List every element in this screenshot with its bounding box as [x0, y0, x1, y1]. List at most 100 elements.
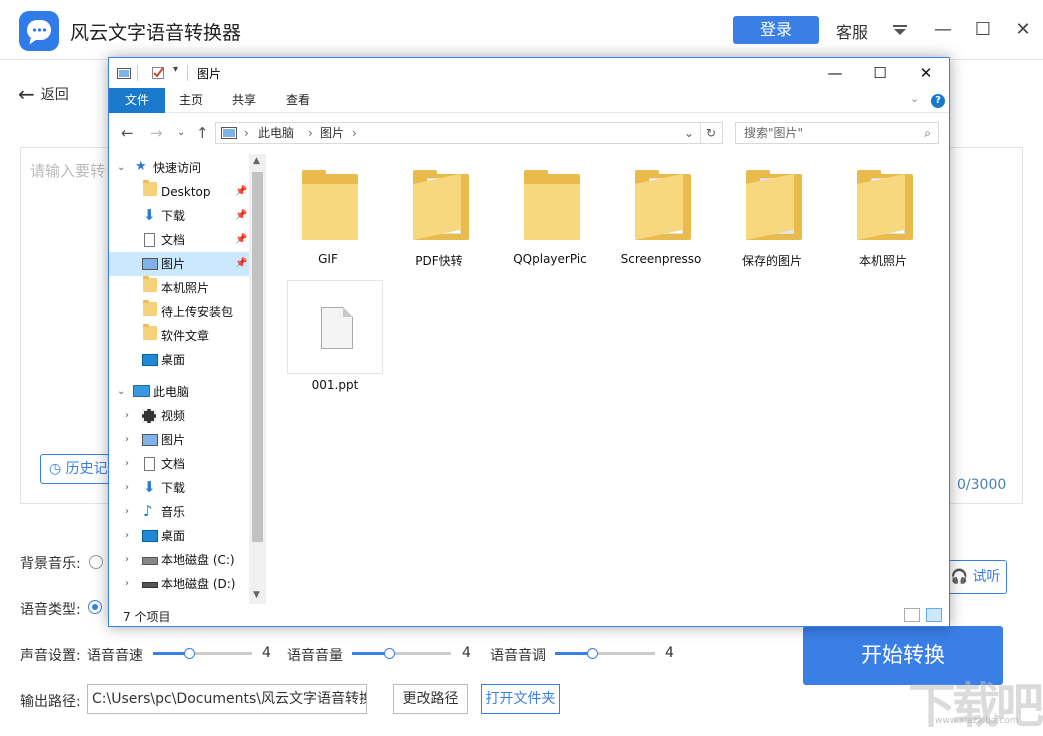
item-label[interactable]: 001.ppt	[280, 378, 390, 392]
output-path-label: 输出路径:	[20, 694, 81, 710]
item-label[interactable]: QQplayerPic	[495, 252, 605, 266]
breadcrumb-sep-icon: ›	[352, 126, 357, 140]
item-label[interactable]: GIF	[273, 252, 383, 266]
try-listen-button[interactable]: 🎧 试听	[944, 560, 1007, 594]
folder-icon[interactable]	[510, 160, 590, 250]
open-folder-button[interactable]: 打开文件夹	[481, 684, 560, 714]
minimize-icon[interactable]: —	[933, 20, 953, 40]
nav-documents[interactable]: 文档 📌	[109, 228, 249, 252]
collapsed-icon[interactable]: ›	[125, 524, 129, 548]
up-nav-icon[interactable]: ↑	[196, 124, 209, 142]
nav-drive-d[interactable]: › 本地磁盘 (D:)	[109, 572, 249, 596]
dialog-maximize-icon[interactable]: ☐	[866, 62, 894, 84]
search-input[interactable]: 搜索"图片" ⌕	[735, 122, 939, 144]
item-label[interactable]: Screenpresso	[606, 252, 716, 266]
ribbon-expand-icon[interactable]: ⌄	[910, 92, 919, 105]
nav-desktop-cn[interactable]: 桌面	[109, 348, 249, 372]
help-icon[interactable]: ?	[931, 94, 945, 108]
nav-scrollbar[interactable]: ▲ ▼	[249, 154, 266, 604]
document-icon	[144, 233, 155, 247]
login-button[interactable]: 登录	[733, 16, 819, 44]
collapsed-icon[interactable]: ›	[125, 500, 129, 524]
nav-software-articles[interactable]: 软件文章	[109, 324, 249, 348]
details-view-icon[interactable]	[904, 608, 920, 622]
address-bar[interactable]: › 此电脑 › 图片 › ⌄ ↻	[215, 122, 723, 144]
breadcrumb-this-pc[interactable]: 此电脑	[258, 123, 294, 143]
change-path-button[interactable]: 更改路径	[393, 684, 468, 714]
collapsed-icon[interactable]: ›	[125, 476, 129, 500]
speed-slider[interactable]	[153, 648, 252, 659]
nav-videos[interactable]: › 视频	[109, 404, 249, 428]
item-label[interactable]: 保存的图片	[717, 252, 827, 269]
nav-downloads-pc[interactable]: › ⬇ 下载	[109, 476, 249, 500]
recent-locations-icon[interactable]: ⌄	[177, 127, 185, 138]
drive-c-icon	[142, 557, 158, 565]
nav-local-photos[interactable]: 本机照片	[109, 276, 249, 300]
pitch-slider[interactable]	[555, 648, 655, 659]
collapsed-icon[interactable]: ›	[125, 404, 129, 428]
folder-icon[interactable]	[732, 160, 812, 250]
expand-icon[interactable]: ⌄	[117, 156, 125, 180]
folder-icon[interactable]	[843, 160, 923, 250]
breadcrumb-pictures[interactable]: 图片	[320, 123, 344, 143]
tab-view[interactable]: 查看	[278, 88, 318, 113]
nav-this-pc[interactable]: ⌄ 此电脑	[109, 380, 249, 404]
tab-home[interactable]: 主页	[171, 88, 211, 113]
quick-access-dropdown-icon[interactable]: ▾	[173, 64, 178, 75]
collapsed-icon[interactable]: ›	[125, 548, 129, 572]
speed-slider-knob[interactable]	[184, 648, 195, 659]
pitch-slider-knob[interactable]	[587, 648, 598, 659]
output-path-field[interactable]: C:\Users\pc\Documents\风云文字语音转换	[87, 684, 367, 714]
nav-pictures-pc[interactable]: › 图片	[109, 428, 249, 452]
volume-slider[interactable]	[352, 648, 451, 659]
properties-icon[interactable]	[151, 66, 165, 80]
folder-icon[interactable]	[399, 160, 479, 250]
file-item[interactable]	[287, 280, 383, 374]
nav-desktop[interactable]: Desktop 📌	[109, 180, 249, 204]
volume-slider-knob[interactable]	[384, 648, 395, 659]
nav-music[interactable]: › ♪ 音乐	[109, 500, 249, 524]
pitch-value: 4	[665, 645, 674, 661]
bg-music-radio[interactable]	[89, 555, 103, 569]
try-listen-label: 试听	[972, 569, 1001, 585]
item-label[interactable]: PDF快转	[384, 252, 494, 269]
tab-file[interactable]: 文件	[109, 88, 165, 113]
nav-downloads[interactable]: ⬇ 下载 📌	[109, 204, 249, 228]
back-nav-icon[interactable]: ←	[121, 124, 134, 142]
nav-desktop-pc[interactable]: › 桌面	[109, 524, 249, 548]
address-bar-row: ← → ⌄ ↑ › 此电脑 › 图片 › ⌄ ↻ 搜索"图片" ⌕	[109, 114, 949, 152]
expand-icon[interactable]: ⌄	[117, 380, 125, 404]
scroll-up-icon[interactable]: ▲	[253, 156, 260, 166]
nav-documents-pc[interactable]: › 文档	[109, 452, 249, 476]
dropdown-menu-icon[interactable]	[893, 24, 907, 36]
large-icons-view-icon[interactable]	[926, 608, 942, 622]
collapsed-icon[interactable]: ›	[125, 572, 129, 596]
forward-nav-icon[interactable]: →	[150, 124, 163, 142]
maximize-icon[interactable]: ☐	[973, 20, 993, 40]
voice-type-radio[interactable]	[88, 600, 102, 614]
folder-icon	[143, 180, 157, 196]
nav-quick-access[interactable]: ⌄ ★ 快速访问	[109, 156, 249, 180]
watermark-url: www.xiazaiba.com	[935, 716, 1019, 726]
folder-icon[interactable]	[621, 160, 701, 250]
nav-drive-c[interactable]: › 本地磁盘 (C:)	[109, 548, 249, 572]
item-label[interactable]: 本机照片	[828, 252, 938, 269]
customer-service-link[interactable]: 客服	[836, 19, 868, 43]
back-button[interactable]: ← 返回	[18, 82, 69, 106]
collapsed-icon[interactable]: ›	[125, 452, 129, 476]
dialog-minimize-icon[interactable]: —	[821, 62, 849, 84]
folder-icon[interactable]	[288, 160, 368, 250]
scrollbar-thumb[interactable]	[252, 172, 263, 542]
pictures-icon	[142, 258, 158, 270]
speed-label: 语音音速	[87, 648, 143, 664]
close-icon[interactable]: ✕	[1013, 20, 1033, 40]
collapsed-icon[interactable]: ›	[125, 428, 129, 452]
nav-pictures[interactable]: 图片 📌	[109, 252, 249, 276]
tab-share[interactable]: 共享	[224, 88, 264, 113]
nav-pending-uploads[interactable]: 待上传安装包	[109, 300, 249, 324]
dialog-close-icon[interactable]: ✕	[912, 62, 940, 84]
refresh-icon[interactable]: ↻	[706, 123, 716, 143]
address-dropdown-icon[interactable]: ⌄	[684, 123, 694, 143]
nav-label: 文档	[161, 233, 186, 247]
scroll-down-icon[interactable]: ▼	[253, 590, 260, 600]
